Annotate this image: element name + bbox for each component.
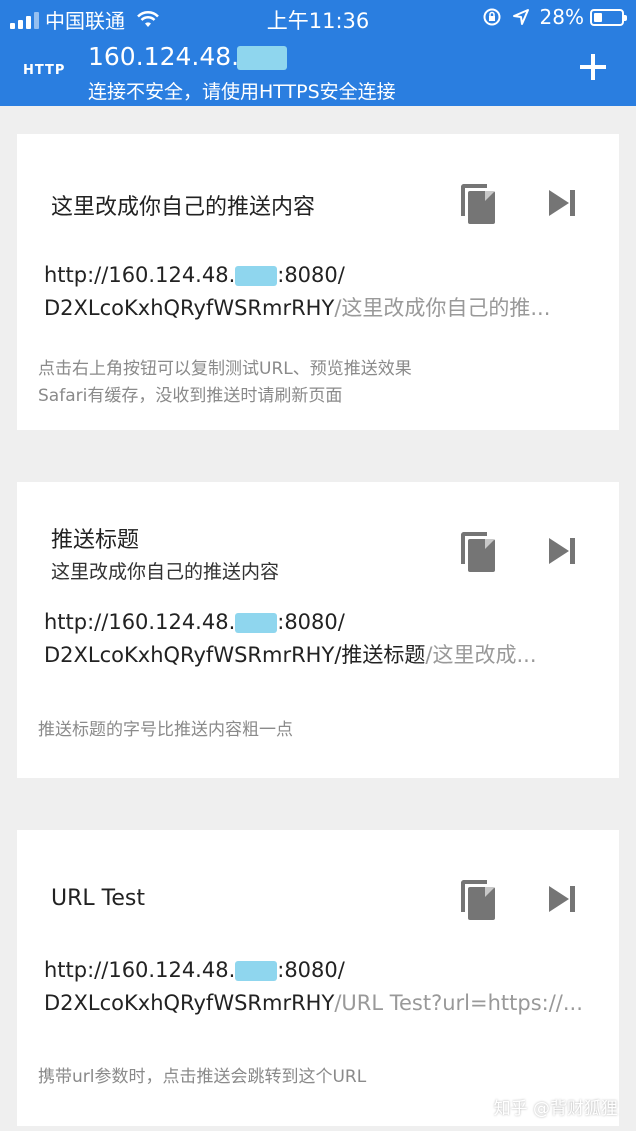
card-title: URL Test [51,886,145,911]
url-port: :8080/ [277,263,345,287]
push-url[interactable]: http://160.124.48. :8080/ D2XLcoKxhQRyfWS… [44,954,594,1020]
copy-icon[interactable] [461,532,495,572]
hint-line: 推送标题的字号比推送内容粗一点 [38,720,293,740]
skip-next-icon[interactable] [549,886,579,912]
host-text: 160.124.48. [88,42,240,71]
redaction-mask [237,46,288,70]
url-rest: /这里改成你自己的推... [334,296,551,320]
card-hint: 携带url参数时，点击推送会跳转到这个URL [38,1064,366,1091]
copy-icon[interactable] [461,880,495,920]
location-icon [512,9,529,25]
app-header: 中国联通 上午11:36 28% HTTP 160.124.48. 连接不安全，… [0,0,636,106]
add-button[interactable] [580,54,606,80]
copy-icon[interactable] [461,184,495,224]
url-prefix: http://160.124.48. [44,263,236,287]
skip-next-icon[interactable] [549,190,579,216]
skip-next-icon[interactable] [549,538,579,564]
url-title-part: /推送标题 [334,643,426,667]
hint-line: Safari有缓存，没收到推送时请刷新页面 [38,386,343,406]
hint-line: 点击右上角按钮可以复制测试URL、预览推送效果 [38,359,412,379]
url-rest: /URL Test?url=https://... [334,991,583,1015]
push-card: 推送标题 这里改成你自己的推送内容 http://160.124.48. :808… [17,482,619,778]
url-key: D2XLcoKxhQRyfWSRmrRHY [44,643,335,667]
status-bar: 中国联通 上午11:36 28% [0,0,636,36]
card-title: 这里改成你自己的推送内容 [51,195,316,220]
card-title: 推送标题 [51,528,140,553]
redaction-mask [235,961,278,981]
card-hint: 推送标题的字号比推送内容粗一点 [38,717,293,744]
hint-line: 携带url参数时，点击推送会跳转到这个URL [38,1067,367,1087]
url-key: D2XLcoKxhQRyfWSRmrRHY [44,991,335,1015]
push-card: URL Test http://160.124.48. :8080/ D2XLco… [17,830,619,1126]
push-card: 这里改成你自己的推送内容 http://160.124.48. :8080/ D2… [17,134,619,430]
push-url[interactable]: http://160.124.48. :8080/ D2XLcoKxhQRyfWS… [44,606,594,672]
insecure-warning: 连接不安全，请使用HTTPS安全连接 [88,81,396,103]
battery-icon [590,8,627,26]
battery-percent: 28% [539,5,584,29]
host-title: 160.124.48. [88,42,288,71]
url-prefix: http://160.124.48. [44,958,236,982]
protocol-label: HTTP [23,63,66,78]
url-port: :8080/ [277,958,345,982]
card-hint: 点击右上角按钮可以复制测试URL、预览推送效果 Safari有缓存，没收到推送时… [38,356,412,410]
url-rest: /这里改成... [425,643,537,667]
url-port: :8080/ [277,610,345,634]
push-url[interactable]: http://160.124.48. :8080/ D2XLcoKxhQRyfWS… [44,259,594,325]
redaction-mask [235,266,278,286]
url-key: D2XLcoKxhQRyfWSRmrRHY [44,296,335,320]
card-subtitle: 这里改成你自己的推送内容 [51,561,280,583]
rotation-lock-icon [483,8,501,26]
redaction-mask [235,613,278,633]
watermark: 知乎 @背财狐狸 [493,1099,618,1119]
url-prefix: http://160.124.48. [44,610,236,634]
